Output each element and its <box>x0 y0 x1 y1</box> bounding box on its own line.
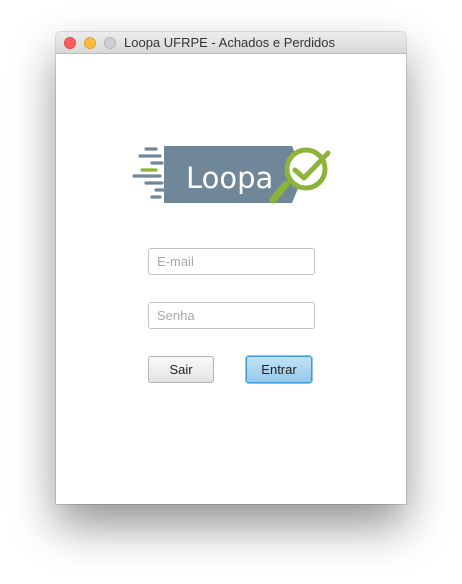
zoom-window-button[interactable] <box>104 37 116 49</box>
window-content: Loopa Sair Entrar <box>56 54 406 504</box>
desktop: Loopa UFRPE - Achados e Perdidos Loopa E… <box>0 0 462 584</box>
speed-lines <box>132 147 166 199</box>
logo-text: Loopa <box>186 161 273 195</box>
loopa-logo: Loopa <box>132 146 331 204</box>
login-button-label: Entrar <box>261 362 297 377</box>
email-field[interactable] <box>148 248 315 275</box>
exit-button[interactable]: Sair <box>148 356 214 383</box>
close-window-button[interactable] <box>64 37 76 49</box>
window-title: Loopa UFRPE - Achados e Perdidos <box>124 35 336 50</box>
minimize-window-button[interactable] <box>84 37 96 49</box>
password-field[interactable] <box>148 302 315 329</box>
exit-button-label: Sair <box>169 362 193 377</box>
login-button[interactable]: Entrar <box>246 356 312 383</box>
login-window: Loopa UFRPE - Achados e Perdidos Loopa E… <box>56 32 406 504</box>
title-bar[interactable]: Loopa UFRPE - Achados e Perdidos <box>56 32 406 54</box>
